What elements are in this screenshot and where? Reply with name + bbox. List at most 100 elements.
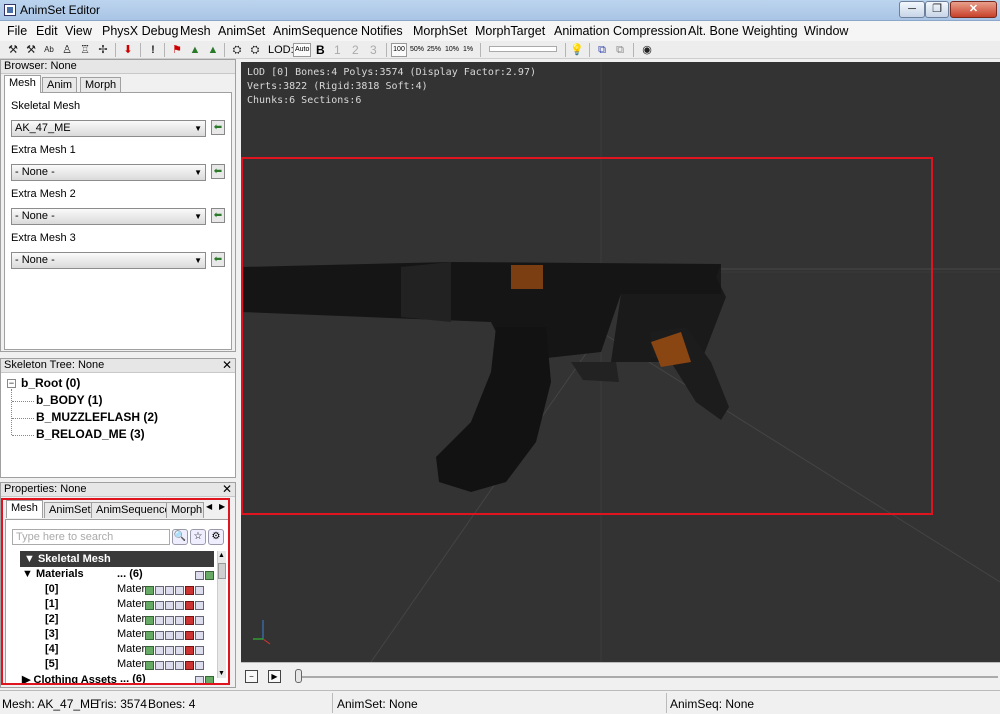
menu-view[interactable]: View (65, 24, 92, 38)
animset-editor-window: AnimSet Editor ─ ❐ ✕ File Edit View Phys… (0, 0, 1000, 714)
trees-icon[interactable]: ▲ (206, 43, 220, 57)
timeline-track[interactable] (296, 676, 998, 678)
extra-mesh-2-select[interactable]: - None - ▼ (11, 208, 206, 225)
minimize-button[interactable]: ─ (899, 1, 925, 18)
mesh-tool-2-icon[interactable]: ⛭ (248, 43, 262, 57)
lightbulb-icon[interactable]: 💡 (570, 43, 584, 57)
tree-icon[interactable]: ▲ (188, 43, 202, 57)
extra-mesh-3-select[interactable]: - None - ▼ (11, 252, 206, 269)
app-icon (4, 4, 16, 16)
status-bar: Mesh: AK_47_ME Tris: 3574 Bones: 4 AnimS… (0, 690, 1000, 714)
chevron-down-icon: ▼ (194, 212, 202, 221)
close-button[interactable]: ✕ (950, 1, 997, 18)
eye-icon[interactable]: ◉ (640, 43, 654, 57)
toolbar-separator (633, 43, 634, 57)
tab-mesh[interactable]: Mesh (6, 500, 43, 518)
wireframe-icon[interactable]: ♙ (60, 43, 74, 57)
3d-viewport[interactable]: LOD [0] Bones:4 Polys:3574 (Display Fact… (241, 62, 1000, 662)
status-animseq: AnimSeq: None (670, 697, 755, 711)
menu-bar: File Edit View PhysX Debug Mesh AnimSet … (0, 21, 1000, 41)
chevron-down-icon: ▼ (194, 124, 202, 133)
menu-morphset[interactable]: MorphSet (413, 24, 467, 38)
timeline-thumb[interactable] (295, 669, 302, 683)
toolbar-separator (164, 43, 165, 57)
tree-node-muzzleflash[interactable]: B_MUZZLEFLASH (2) (36, 410, 158, 424)
loop-button[interactable]: − (245, 670, 258, 683)
menu-file[interactable]: File (7, 24, 27, 38)
chevron-down-icon: ▼ (194, 256, 202, 265)
download-icon[interactable]: ⬇ (121, 43, 135, 57)
zoom-100-button[interactable]: 100 (391, 43, 407, 57)
toolbar-separator (115, 43, 116, 57)
tree-node-root[interactable]: b_Root (0) (21, 376, 80, 390)
close-icon[interactable]: ✕ (222, 483, 232, 495)
zoom-1-button[interactable]: 1% (463, 43, 473, 57)
use-selected-extra-1-button[interactable]: ⬅ (211, 164, 225, 179)
toolbar-separator (589, 43, 590, 57)
windows-2-icon[interactable]: ⧉ (613, 43, 627, 57)
menu-mesh[interactable]: Mesh (180, 24, 211, 38)
menu-morphtarget[interactable]: MorphTarget (475, 24, 545, 38)
menu-animation-compression[interactable]: Animation Compression (554, 24, 687, 38)
tree-line (12, 435, 34, 436)
tree-line (12, 418, 34, 419)
windows-icon[interactable]: ⧉ (595, 43, 609, 57)
browser-tabs: Mesh Anim Morph (1, 74, 235, 93)
show-bones-icon[interactable]: ⚒ (6, 43, 20, 57)
tree-node-body[interactable]: b_BODY (1) (36, 393, 102, 407)
toolbar-separator (565, 43, 566, 57)
maximize-button[interactable]: ❐ (925, 1, 949, 18)
lod-2-button[interactable]: 2 (352, 43, 359, 57)
extra-mesh-1-label: Extra Mesh 1 (11, 144, 76, 156)
lod-slider[interactable] (489, 46, 557, 52)
show-raw-bones-icon[interactable]: ⚒ (24, 43, 38, 57)
close-icon[interactable]: ✕ (222, 359, 232, 371)
skeletal-mesh-select[interactable]: AK_47_ME ▼ (11, 120, 206, 137)
lod-base-button[interactable]: B (316, 43, 325, 57)
toolbar-separator (480, 43, 481, 57)
status-mesh: Mesh: AK_47_ME (2, 697, 99, 711)
lod-3-button[interactable]: 3 (370, 43, 377, 57)
flag-icon[interactable]: ⚑ (170, 43, 184, 57)
tab-morph[interactable]: Morph (80, 77, 122, 93)
menu-window[interactable]: Window (804, 24, 848, 38)
selection-highlight-box (241, 157, 933, 515)
title-bar: AnimSet Editor ─ ❐ ✕ (0, 0, 1000, 21)
menu-physx-debug[interactable]: PhysX Debug (102, 24, 178, 38)
extra-mesh-1-select[interactable]: - None - ▼ (11, 164, 206, 181)
menu-animsequence[interactable]: AnimSequence (273, 24, 358, 38)
mesh-tool-icon[interactable]: ⛭ (230, 43, 244, 57)
zoom-10-button[interactable]: 10% (445, 43, 459, 57)
browser-panel-title: Browser: None (1, 60, 235, 74)
menu-animset[interactable]: AnimSet (218, 24, 265, 38)
zoom-25-button[interactable]: 25% (427, 43, 441, 57)
toolbar: ⚒ ⚒ Ab ♙ ♖ ✢ ⬇ ! ⚑ ▲ ▲ ⛭ ⛭ LOD: Auto B 1… (0, 41, 1000, 59)
use-selected-extra-2-button[interactable]: ⬅ (211, 208, 225, 223)
skeleton-pose-icon[interactable]: ✢ (96, 43, 110, 57)
tree-node-reload[interactable]: B_RELOAD_ME (3) (36, 427, 145, 441)
status-divider (666, 693, 667, 713)
status-tris: Tris: 3574 (94, 697, 147, 711)
skeletal-mesh-label: Skeletal Mesh (11, 100, 81, 112)
sockets-icon[interactable]: ♖ (78, 43, 92, 57)
axis-x-line (262, 638, 271, 645)
browser-mesh-page: Skeletal Mesh AK_47_ME ▼ ⬅ Extra Mesh 1 -… (4, 92, 232, 350)
menu-alt-bone-weighting[interactable]: Alt. Bone Weighting (688, 24, 798, 38)
exclamation-icon[interactable]: ! (146, 43, 160, 57)
lod-auto-button[interactable]: Auto (293, 43, 311, 57)
use-selected-extra-3-button[interactable]: ⬅ (211, 252, 225, 267)
tab-mesh[interactable]: Mesh (4, 75, 41, 93)
play-button[interactable]: ▶ (268, 670, 281, 683)
toolbar-separator (224, 43, 225, 57)
zoom-50-button[interactable]: 50% (410, 43, 424, 57)
menu-notifies[interactable]: Notifies (361, 24, 403, 38)
window-title: AnimSet Editor (20, 3, 101, 17)
toolbar-separator (140, 43, 141, 57)
bone-names-icon[interactable]: Ab (42, 43, 56, 57)
menu-edit[interactable]: Edit (36, 24, 58, 38)
tab-anim[interactable]: Anim (42, 77, 78, 93)
use-selected-mesh-button[interactable]: ⬅ (211, 120, 225, 135)
lod-1-button[interactable]: 1 (334, 43, 341, 57)
collapse-icon[interactable]: − (7, 379, 16, 388)
toolbar-separator (386, 43, 387, 57)
